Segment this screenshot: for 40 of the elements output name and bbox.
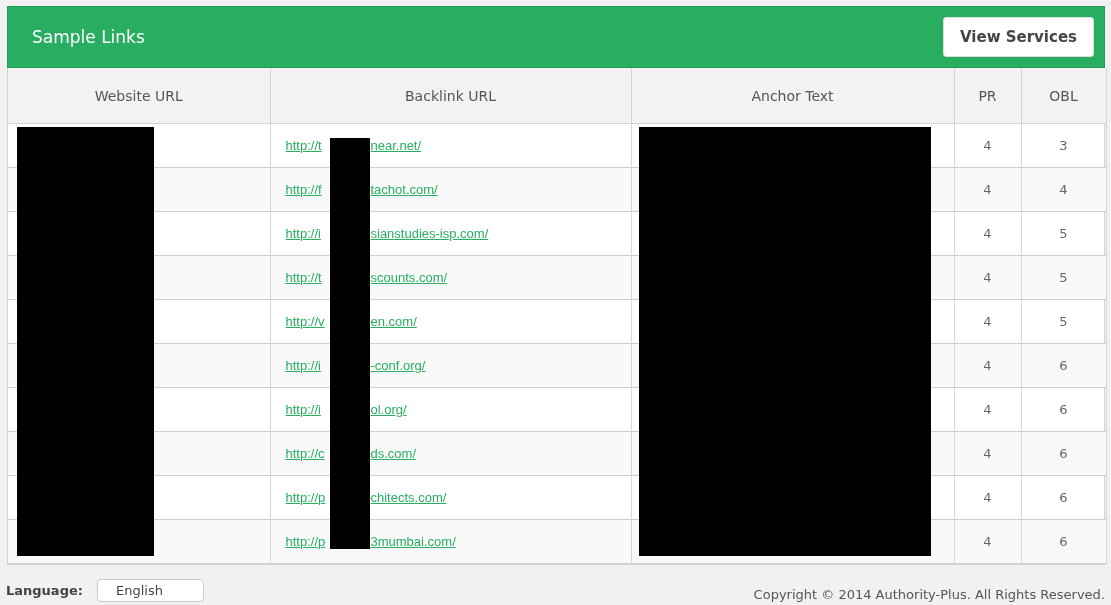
backlink-url[interactable]: http://p 3mumbai.com/ bbox=[285, 534, 456, 549]
pr-cell: 4 bbox=[954, 387, 1021, 432]
backlink-url[interactable]: http://i sianstudies-isp.com/ bbox=[285, 226, 489, 241]
copyright-text: Copyright © 2014 Authority-Plus. All Rights Reserved. bbox=[753, 587, 1105, 602]
obl-cell: 6 bbox=[1021, 387, 1106, 432]
pr-cell: 4 bbox=[954, 299, 1021, 344]
column-header: Anchor Text bbox=[631, 68, 954, 124]
backlink-url[interactable]: http://p chitects.com/ bbox=[285, 490, 447, 505]
column-header: PR bbox=[954, 68, 1021, 124]
backlink-url[interactable]: http://c ds.com/ bbox=[285, 446, 416, 461]
obl-cell: 5 bbox=[1021, 211, 1106, 256]
obl-cell: 3 bbox=[1021, 123, 1106, 168]
backlink-url[interactable]: http://f tachot.com/ bbox=[285, 182, 438, 197]
pr-cell: 4 bbox=[954, 123, 1021, 168]
panel-title: Sample Links bbox=[32, 27, 145, 47]
backlink-url[interactable]: http://i -conf.org/ bbox=[285, 358, 426, 373]
pr-cell: 4 bbox=[954, 343, 1021, 388]
obl-cell: 6 bbox=[1021, 475, 1106, 520]
column-header: Backlink URL bbox=[270, 68, 631, 124]
pr-cell: 4 bbox=[954, 475, 1021, 520]
backlink-url[interactable]: http://v en.com/ bbox=[285, 314, 417, 329]
language-select[interactable]: English bbox=[96, 579, 204, 602]
pr-cell: 4 bbox=[954, 431, 1021, 476]
obl-cell: 4 bbox=[1021, 167, 1106, 212]
view-services-button[interactable]: View Services bbox=[942, 17, 1094, 57]
obl-cell: 6 bbox=[1021, 431, 1106, 476]
obl-cell: 5 bbox=[1021, 255, 1106, 300]
language-label: Language: bbox=[6, 583, 83, 598]
backlink-url[interactable]: http://t near.net/ bbox=[285, 138, 422, 153]
pr-cell: 4 bbox=[954, 255, 1021, 300]
backlink-url[interactable]: http://i ol.org/ bbox=[285, 402, 407, 417]
pr-cell: 4 bbox=[954, 519, 1021, 564]
pr-cell: 4 bbox=[954, 211, 1021, 256]
column-header: Website URL bbox=[8, 68, 270, 124]
obl-cell: 6 bbox=[1021, 519, 1106, 564]
obl-cell: 6 bbox=[1021, 343, 1106, 388]
pr-cell: 4 bbox=[954, 167, 1021, 212]
column-header: OBL bbox=[1021, 68, 1106, 124]
backlink-url[interactable]: http://t scounts.com/ bbox=[285, 270, 448, 285]
obl-cell: 5 bbox=[1021, 299, 1106, 344]
